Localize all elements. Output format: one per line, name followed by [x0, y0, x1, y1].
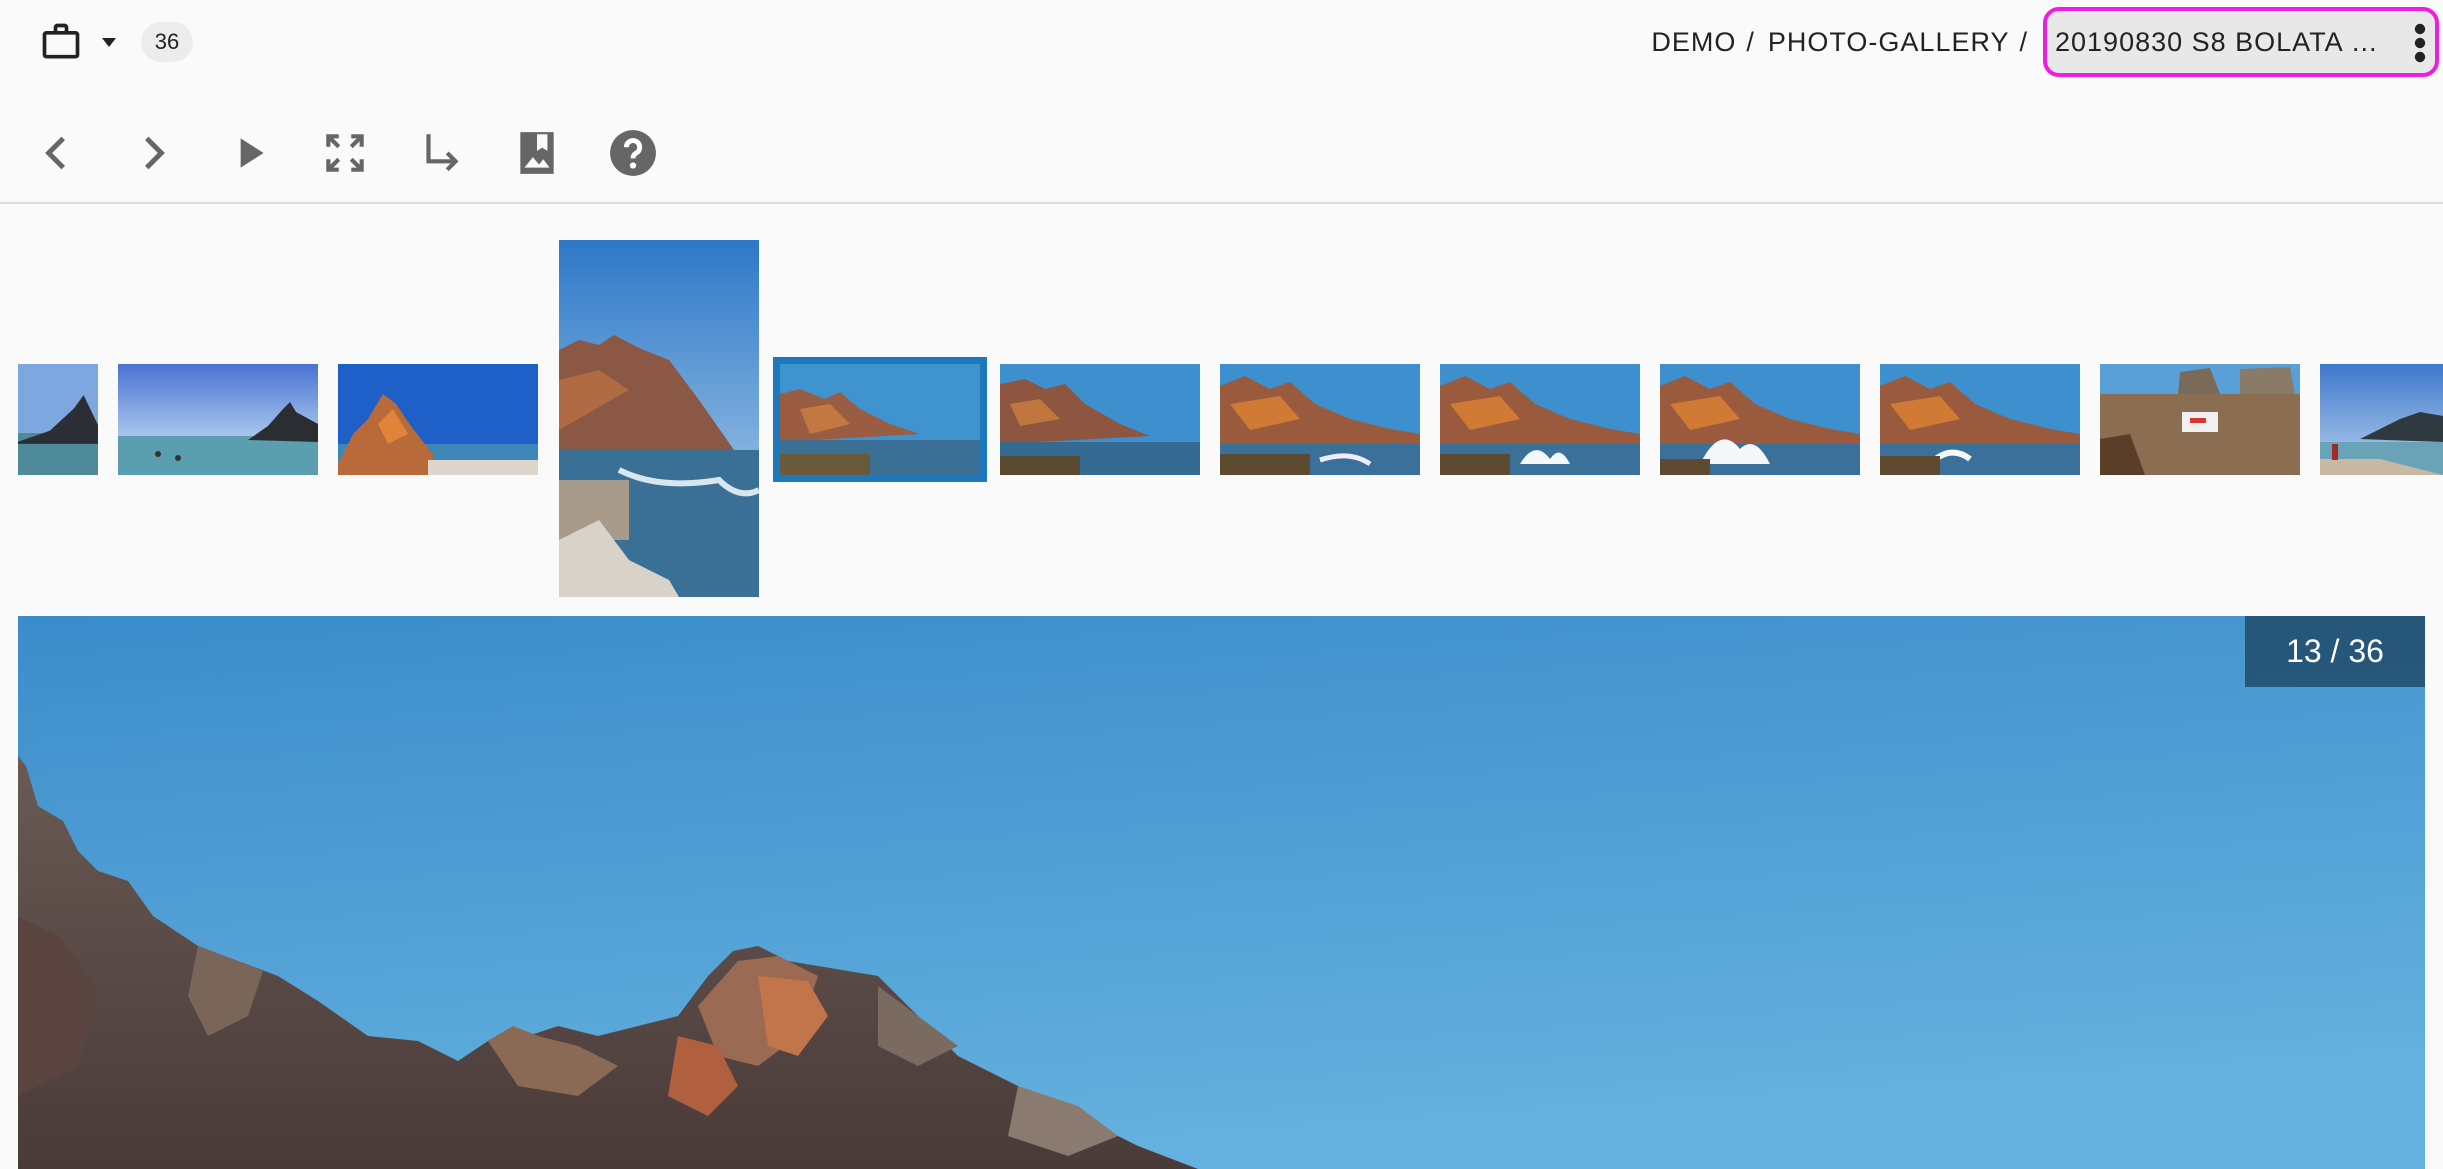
toolbar-divider: [0, 202, 2443, 204]
chevron-down-icon[interactable]: [96, 30, 122, 54]
breadcrumb-separator: /: [1746, 26, 1754, 57]
play-icon[interactable]: [224, 128, 274, 178]
fullscreen-icon[interactable]: [320, 128, 370, 178]
thumbnail[interactable]: [18, 364, 98, 475]
photo-count-badge: 36: [141, 22, 193, 62]
thumbnail[interactable]: [2100, 364, 2300, 475]
breadcrumb: DEMO / PHOTO-GALLERY / 20190830 S8 BOLAT…: [1651, 0, 2443, 84]
page-counter: 13 / 36: [2245, 616, 2425, 687]
viewer-toolbar: [0, 110, 2443, 190]
breadcrumb-item-demo[interactable]: DEMO: [1651, 27, 1736, 58]
thumbnail[interactable]: [1220, 364, 1420, 475]
thumbnail[interactable]: [559, 240, 759, 597]
thumbnail[interactable]: [338, 364, 538, 475]
thumbnail[interactable]: [1000, 364, 1200, 475]
briefcase-icon[interactable]: [38, 20, 84, 64]
thumbnail-selected[interactable]: [773, 357, 987, 482]
help-icon[interactable]: [608, 128, 658, 178]
thumbnail[interactable]: [118, 364, 318, 475]
breadcrumb-current-album[interactable]: 20190830 S8 BOLATA B...: [2043, 7, 2439, 77]
more-options-icon[interactable]: [2411, 23, 2429, 63]
thumbnail[interactable]: [1880, 364, 2080, 475]
next-icon[interactable]: [128, 128, 178, 178]
breadcrumb-current-label: 20190830 S8 BOLATA B...: [2055, 26, 2395, 57]
thumbnail-strip: [0, 240, 2443, 600]
thumbnail[interactable]: [2320, 364, 2443, 475]
thumbnail[interactable]: [1660, 364, 1860, 475]
photo-bookmark-icon[interactable]: [512, 128, 562, 178]
previous-icon[interactable]: [32, 128, 82, 178]
breadcrumb-separator: /: [2019, 26, 2027, 57]
photo-viewer[interactable]: 13 / 36: [18, 616, 2425, 1169]
thumbnail[interactable]: [1440, 364, 1640, 475]
go-to-icon[interactable]: [416, 128, 466, 178]
top-bar: 36 DEMO / PHOTO-GALLERY / 20190830 S8 BO…: [0, 0, 2443, 84]
main-photo: [18, 616, 2425, 1169]
breadcrumb-item-photo-gallery[interactable]: PHOTO-GALLERY: [1768, 27, 2010, 58]
